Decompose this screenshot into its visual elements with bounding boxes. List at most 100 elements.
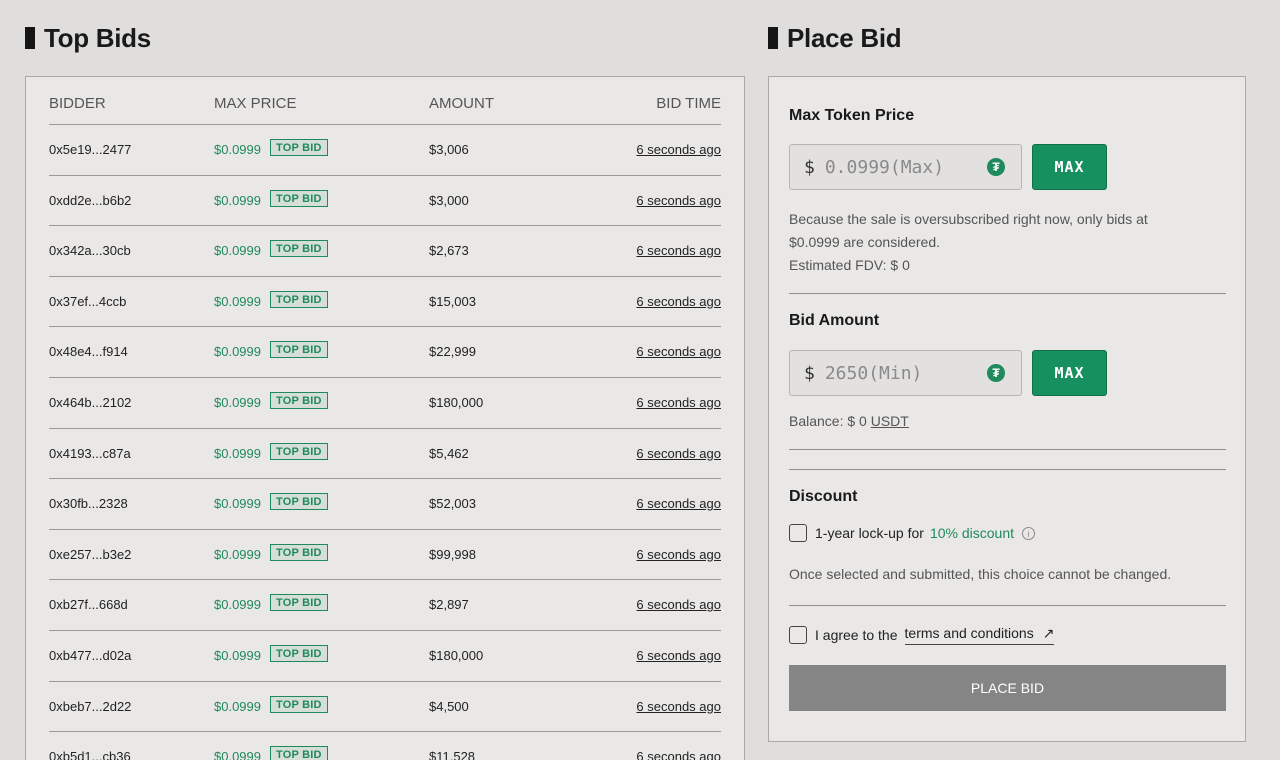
max-price-value: $0.0999: [214, 142, 261, 157]
amount-value: $180,000: [429, 394, 484, 410]
bidder-address: 0xbeb7...2d22: [49, 698, 132, 714]
divider: [789, 605, 1226, 606]
terms-link-text: terms and conditions: [904, 625, 1034, 641]
bid-time-link[interactable]: 6 seconds ago: [636, 547, 721, 562]
estimated-fdv: Estimated FDV: $ 0: [789, 257, 910, 273]
table-row: 0x48e4...f914 $0.0999 TOP BID $22,999 6 seco…: [49, 327, 721, 378]
top-bid-badge: TOP BID: [270, 493, 328, 511]
bid-time-link[interactable]: 6 seconds ago: [636, 648, 721, 663]
oversubscribed-note-line-2: $0.0999 are considered.: [789, 234, 940, 250]
max-price-value: $0.0999: [214, 496, 261, 512]
table-row: 0xbeb7...2d22 $0.0999 TOP BID $4,500 6 secon…: [49, 682, 721, 733]
max-price-value: $0.0999: [214, 394, 261, 410]
bid-time-link[interactable]: 6 seconds ago: [636, 243, 721, 258]
amount-value: $52,003: [429, 496, 476, 512]
bid-time-link[interactable]: 6 seconds ago: [636, 344, 721, 359]
bid-time-link[interactable]: 6 seconds ago: [636, 699, 721, 714]
tether-icon: ₮: [987, 158, 1005, 176]
max-amount-button[interactable]: MAX: [1032, 350, 1107, 396]
bidder-address: 0xb5d1...cb36: [49, 749, 131, 760]
top-bids-title: Top Bids: [25, 22, 151, 54]
bid-time-link[interactable]: 6 seconds ago: [636, 395, 721, 410]
max-token-price-input[interactable]: [824, 156, 975, 178]
max-price-value: $0.0999: [214, 546, 261, 562]
bid-time-link[interactable]: 6 seconds ago: [636, 446, 721, 461]
divider: [789, 469, 1226, 470]
amount-value: $3,000: [429, 192, 469, 208]
top-bid-badge: TOP BID: [270, 746, 328, 760]
column-header-bidder: BIDDER: [49, 95, 106, 112]
table-row: 0x5e19...2477 $0.0999 TOP BID $3,006 6 secon…: [49, 125, 721, 176]
amount-value: $4,500: [429, 698, 469, 714]
bid-amount-label: Bid Amount: [789, 312, 880, 329]
oversubscribed-note: Because the sale is oversubscribed right…: [789, 208, 1209, 277]
bid-time-link[interactable]: 6 seconds ago: [636, 142, 721, 157]
discount-note: Once selected and submitted, this choice…: [789, 566, 1172, 582]
lockup-discount-option[interactable]: 1-year lock-up for 10% discount i: [789, 524, 1035, 542]
balance-text: Balance: $ 0: [789, 413, 871, 429]
divider: [789, 293, 1226, 294]
terms-link[interactable]: terms and conditions ↗: [904, 625, 1055, 645]
top-bid-badge: TOP BID: [270, 341, 328, 359]
discount-percent-text: 10% discount: [929, 525, 1014, 541]
bid-amount-input[interactable]: [824, 362, 975, 384]
bidder-address: 0xb27f...668d: [49, 597, 128, 613]
terms-agreement[interactable]: I agree to the terms and conditions ↗: [789, 625, 1055, 645]
bidder-address: 0x464b...2102: [49, 394, 132, 410]
bidder-address: 0x37ef...4ccb: [49, 293, 127, 309]
max-token-price-label: Max Token Price: [789, 107, 915, 124]
info-icon[interactable]: i: [1022, 526, 1035, 540]
bidder-address: 0x5e19...2477: [49, 142, 132, 157]
max-price-value: $0.0999: [214, 192, 261, 208]
amount-value: $99,998: [429, 546, 476, 562]
top-bid-badge: TOP BID: [270, 695, 328, 713]
discount-label: Discount: [789, 488, 858, 505]
balance-line: Balance: $ 0 USDT: [789, 410, 1209, 433]
table-row: 0xb5d1...cb36 $0.0999 TOP BID $11,528 6 seco…: [49, 732, 721, 760]
amount-value: $15,003: [429, 293, 476, 309]
table-header: BIDDER MAX PRICE AMOUNT BID TIME: [49, 77, 721, 125]
amount-value: $11,528: [429, 749, 476, 760]
bidder-address: 0xdd2e...b6b2: [49, 192, 132, 208]
bid-time-link[interactable]: 6 seconds ago: [636, 597, 721, 612]
terms-prefix: I agree to the: [815, 627, 898, 643]
max-price-value: $0.0999: [214, 698, 261, 714]
max-price-value: $0.0999: [214, 445, 261, 461]
title-marker-icon: [768, 27, 778, 49]
amount-value: $5,462: [429, 445, 469, 461]
top-bids-title-text: Top Bids: [44, 22, 151, 53]
top-bid-badge: TOP BID: [270, 139, 328, 156]
column-header-max-price: MAX PRICE: [214, 95, 297, 112]
table-row: 0xb27f...668d $0.0999 TOP BID $2,897 6 secon…: [49, 580, 721, 631]
column-header-amount: AMOUNT: [429, 95, 494, 112]
currency-symbol: $: [804, 156, 815, 178]
table-row: 0xb477...d02a $0.0999 TOP BID $180,000 6 sec…: [49, 631, 721, 682]
bidder-address: 0x4193...c87a: [49, 445, 131, 461]
bid-time-link[interactable]: 6 seconds ago: [636, 749, 721, 760]
max-price-button[interactable]: MAX: [1032, 144, 1107, 190]
max-price-value: $0.0999: [214, 243, 261, 259]
lockup-checkbox[interactable]: [789, 524, 807, 542]
table-row: 0xdd2e...b6b2 $0.0999 TOP BID $3,000 6 secon…: [49, 176, 721, 227]
max-token-price-field[interactable]: $ ₮: [789, 144, 1022, 190]
bid-time-link[interactable]: 6 seconds ago: [636, 496, 721, 511]
top-bid-badge: TOP BID: [270, 543, 328, 561]
external-arrow-icon: ↗: [1042, 625, 1055, 641]
max-price-value: $0.0999: [214, 344, 261, 360]
usdt-link[interactable]: USDT: [871, 413, 909, 429]
top-bid-badge: TOP BID: [270, 290, 328, 308]
top-bid-badge: TOP BID: [270, 391, 328, 409]
amount-value: $3,006: [429, 142, 469, 157]
max-price-value: $0.0999: [214, 647, 261, 663]
terms-checkbox[interactable]: [789, 626, 807, 644]
place-bid-button[interactable]: PLACE BID: [789, 665, 1226, 711]
top-bid-badge: TOP BID: [270, 594, 328, 612]
table-body: 0x5e19...2477 $0.0999 TOP BID $3,006 6 secon…: [49, 125, 721, 760]
bid-time-link[interactable]: 6 seconds ago: [636, 294, 721, 309]
amount-value: $2,897: [429, 597, 469, 613]
bid-amount-field[interactable]: $ ₮: [789, 350, 1022, 396]
bidder-address: 0x342a...30cb: [49, 243, 131, 259]
currency-symbol: $: [804, 362, 815, 384]
max-price-value: $0.0999: [214, 749, 261, 760]
bid-time-link[interactable]: 6 seconds ago: [636, 193, 721, 208]
